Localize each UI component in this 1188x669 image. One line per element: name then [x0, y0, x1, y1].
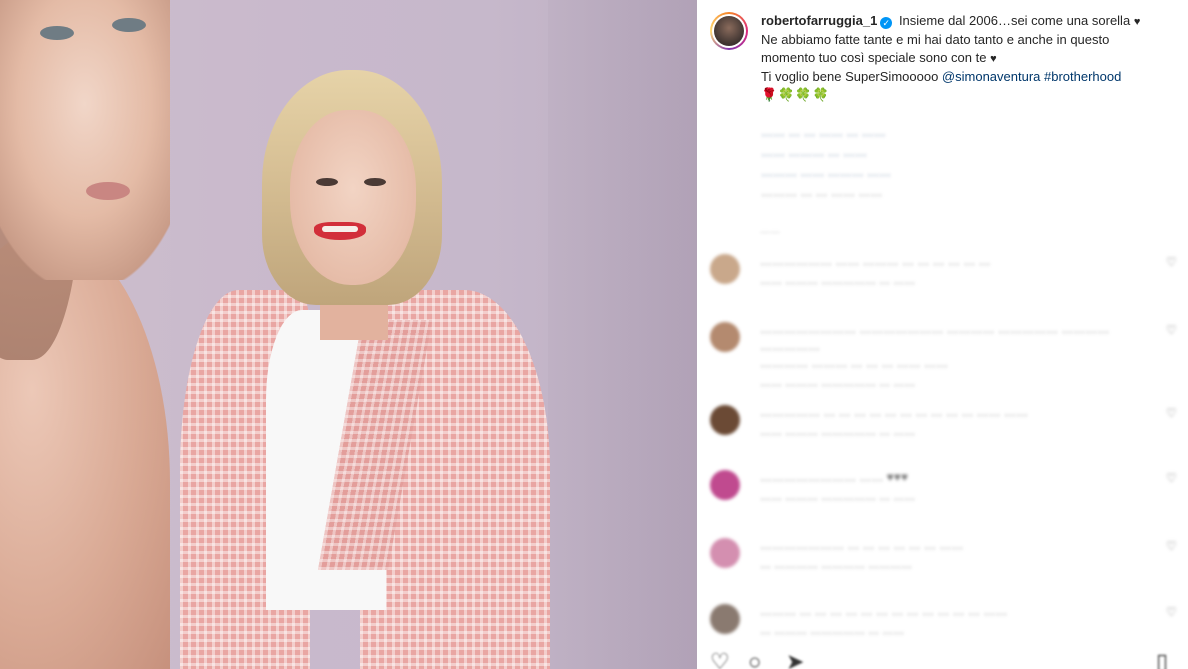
- poster-eye-right: [112, 18, 146, 32]
- commenter-avatar[interactable]: [710, 405, 740, 435]
- comment-like-heart-icon[interactable]: ♡: [1166, 539, 1180, 553]
- comment-text: ……… … … … … … … … … … … … … ……: [760, 604, 1008, 618]
- post-caption: robertofarruggia_1 ✓ Insieme dal 2006…sei…: [710, 12, 1176, 104]
- wall-shadow: [548, 0, 697, 669]
- commenter-avatar[interactable]: [710, 604, 740, 634]
- commenter-avatar[interactable]: [710, 470, 740, 500]
- hashtag-link[interactable]: #brotherhood: [1044, 69, 1121, 84]
- comment-meta: …… ……… …………… … ……: [760, 377, 916, 389]
- post-actions-bar: ♡ ○ ➤ ▯: [710, 650, 1180, 669]
- comment-like-heart-icon[interactable]: ♡: [1166, 406, 1180, 420]
- eye-right: [364, 178, 386, 186]
- post-viewer: robertofarruggia_1 ✓ Insieme dal 2006…sei…: [0, 0, 1188, 669]
- mention-link[interactable]: @simonaventura: [942, 69, 1040, 84]
- teeth: [322, 226, 358, 232]
- comments-list: …… ……………… …… ……… … … … … … … …… ……… ……………: [710, 225, 1180, 637]
- share-icon[interactable]: ➤: [786, 650, 810, 669]
- post-photo[interactable]: [0, 0, 697, 669]
- bookmark-icon[interactable]: ▯: [1156, 650, 1180, 669]
- comment-item: …………………… …… ♥♥♥ …… ……… …………… … …… ♡: [710, 469, 1180, 519]
- heart-emoji: ♥: [990, 53, 997, 65]
- poster-eye-left: [40, 26, 74, 40]
- comment-meta: …… ……… …………… … ……: [760, 491, 916, 503]
- comments-divider: ……: [760, 225, 780, 236]
- blurred-link-1[interactable]: …… … … …… … ……: [761, 122, 891, 142]
- author-username[interactable]: robertofarruggia_1: [761, 13, 877, 28]
- blurred-link-2[interactable]: …… ……… … ……: [761, 142, 891, 162]
- caption-line-2: Ne abbiamo fatte tante e mi hai dato tan…: [761, 32, 1110, 47]
- comment-item: ………………… … … … … … … …… … ………… ………… ………… …: [710, 537, 1180, 587]
- comment-item: …………………… ………………… ………… …………… ………… …………… ……: [710, 321, 1180, 389]
- comment-text-line-2: ………… ……… … … … …… ……: [760, 356, 949, 370]
- comment-item: …………… … … … … … … … … … … …… …… …… ……… ……: [710, 404, 1180, 454]
- caption-line-4: Ti voglio bene SuperSimooooo: [761, 69, 939, 84]
- comment-like-heart-icon[interactable]: ♡: [1166, 471, 1180, 485]
- poster-face: [0, 0, 170, 280]
- caption-line-1: Insieme dal 2006…sei come una sorella: [898, 13, 1131, 28]
- commenter-avatar[interactable]: [710, 322, 740, 352]
- comment-meta: …… ……… …………… … ……: [760, 275, 916, 287]
- caption-line-3: momento tuo così speciale sono con te: [761, 50, 987, 65]
- comment-meta: … ……… …………… … ……: [760, 625, 905, 637]
- comment-item: ……… … … … … … … … … … … … … …… … ……… …………: [710, 603, 1180, 653]
- comment-text: …………………… …… ♥♥♥: [760, 470, 909, 484]
- comment-meta: …… ……… …………… … ……: [760, 426, 916, 438]
- comment-like-heart-icon[interactable]: ♡: [1166, 255, 1180, 269]
- commenter-avatar[interactable]: [710, 254, 740, 284]
- verified-badge-icon: ✓: [880, 17, 893, 29]
- comment-text: …………… … … … … … … … … … … …… ……: [760, 405, 1029, 419]
- post-sidebar: robertofarruggia_1 ✓ Insieme dal 2006…sei…: [697, 0, 1188, 669]
- comment-text: …………………… ………………… ………… …………… ………… ……………: [760, 322, 1110, 353]
- comment-text: ……………… …… ……… … … … … … …: [760, 254, 991, 268]
- caption-meta-blurred: …… … … …… … …… …… ……… … …… ……… …… ……… ………: [761, 122, 891, 202]
- heart-emoji: ♥: [1133, 16, 1141, 28]
- blurred-link-3[interactable]: ……… …… ……… ……: [761, 162, 891, 182]
- poster-lips: [86, 182, 130, 200]
- face: [290, 110, 416, 285]
- caption-text: robertofarruggia_1 ✓ Insieme dal 2006…sei…: [761, 12, 1140, 104]
- comment-item: ……………… …… ……… … … … … … … …… ……… …………… ……: [710, 253, 1180, 303]
- comment-icon[interactable]: ○: [748, 650, 772, 669]
- comment-meta: … ………… ………… …………: [760, 559, 913, 571]
- emoji-row: 🌹🍀🍀🍀: [761, 87, 830, 102]
- author-avatar[interactable]: [710, 12, 748, 50]
- comment-like-heart-icon[interactable]: ♡: [1166, 605, 1180, 619]
- blurred-timestamp: ……… … … …… ……: [761, 185, 883, 199]
- comment-text: ………………… … … … … … … ……: [760, 538, 964, 552]
- comment-like-heart-icon[interactable]: ♡: [1166, 323, 1180, 337]
- commenter-avatar[interactable]: [710, 538, 740, 568]
- eye-left: [316, 178, 338, 186]
- heart-icon[interactable]: ♡: [710, 650, 734, 669]
